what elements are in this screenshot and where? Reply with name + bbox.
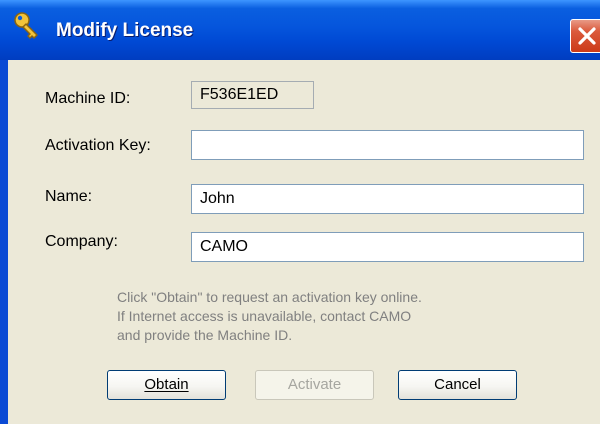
obtain-button[interactable]: Obtain	[107, 370, 226, 400]
name-field[interactable]: John	[191, 184, 584, 214]
name-label: Name:	[45, 188, 93, 205]
window-title: Modify License	[56, 20, 194, 41]
activation-key-label: Activation Key:	[45, 137, 151, 154]
cancel-button-label: Cancel	[434, 376, 481, 393]
title-bar[interactable]: Modify License	[0, 0, 600, 60]
window-left-border	[0, 60, 8, 424]
dialog-body: Machine ID: F536E1ED Activation Key: Nam…	[8, 60, 600, 424]
instructions-line-2: If Internet access is unavailable, conta…	[117, 308, 412, 324]
machine-id-label: Machine ID:	[45, 90, 131, 107]
obtain-button-label: Obtain	[144, 376, 189, 393]
close-button[interactable]	[570, 19, 600, 53]
company-label: Company:	[45, 233, 118, 250]
instructions-line-3: and provide the Machine ID.	[117, 327, 293, 343]
company-field[interactable]: CAMO	[191, 232, 584, 262]
key-icon	[10, 10, 44, 44]
machine-id-field: F536E1ED	[191, 81, 314, 109]
modify-license-dialog: Modify License Machine ID: F536E1ED Acti…	[0, 0, 600, 424]
instructions-text: Click "Obtain" to request an activation …	[117, 288, 477, 345]
activate-button[interactable]: Activate	[255, 370, 374, 400]
close-icon	[578, 27, 596, 45]
activation-key-field[interactable]	[191, 130, 584, 160]
instructions-line-1: Click "Obtain" to request an activation …	[117, 289, 422, 305]
activate-button-label: Activate	[287, 376, 342, 393]
cancel-button[interactable]: Cancel	[398, 370, 517, 400]
